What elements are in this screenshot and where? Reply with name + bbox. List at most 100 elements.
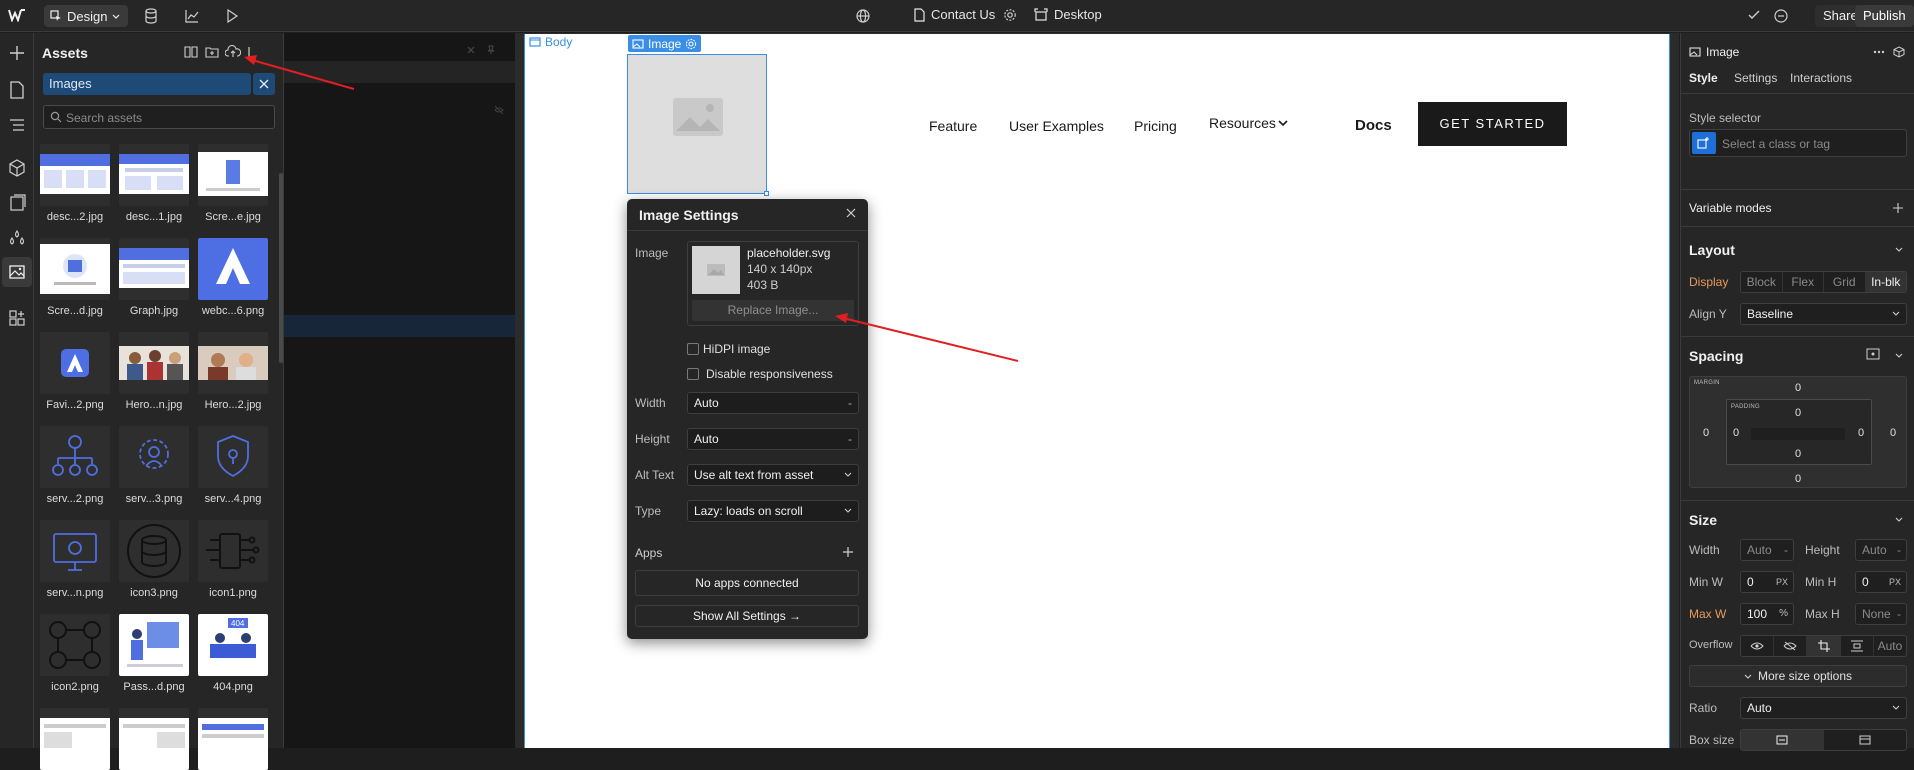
resize-handle[interactable] [764,191,769,196]
publish-button[interactable]: Publish [1855,5,1914,27]
overflow-hidden-option[interactable] [1774,636,1808,656]
alt-text-select[interactable]: Use alt text from asset [687,464,859,486]
page-settings-gear-icon[interactable] [1003,8,1017,22]
box-size-content-box-option[interactable] [1824,730,1906,750]
asset-tile[interactable]: Hero...2.jpg [198,332,268,411]
chevron-down-icon[interactable] [1895,353,1903,359]
overflow-clip-option[interactable] [1841,636,1874,656]
get-started-button[interactable]: GET STARTED [1418,102,1567,146]
margin-top-value[interactable]: 0 [1795,382,1801,394]
add-plus-icon[interactable] [1893,203,1903,213]
nav-link-resources[interactable]: Resources [1209,115,1276,131]
more-size-options-button[interactable]: More size options [1689,665,1907,687]
max-width-input[interactable]: 100% [1740,603,1794,625]
margin-left-value[interactable]: 0 [1703,427,1709,439]
upload-cloud-icon[interactable] [225,45,241,59]
overflow-visible-option[interactable] [1741,636,1775,656]
nav-link-pricing[interactable]: Pricing [1134,118,1177,134]
checkmark-icon[interactable] [1747,9,1761,21]
margin-bottom-value[interactable]: 0 [1795,473,1801,485]
style-selector-input[interactable]: Select a class or tag [1689,129,1907,157]
asset-tile[interactable]: icon1.png [198,520,268,599]
chevron-down-icon[interactable] [1895,517,1903,523]
padding-left-value[interactable]: 0 [1733,427,1739,439]
pages-icon[interactable] [8,81,26,99]
replace-image-button[interactable]: Replace Image... [692,300,854,321]
asset-tile[interactable]: Pass...d.png [119,614,189,693]
asset-tile[interactable] [119,708,189,770]
tab-style[interactable]: Style [1689,71,1718,85]
eye-hidden-icon[interactable] [494,105,504,115]
asset-tile[interactable]: icon3.png [119,520,189,599]
asset-tile[interactable]: Graph.jpg [119,238,189,317]
size-section-title[interactable]: Size [1689,512,1717,528]
display-block-option[interactable]: Block [1741,272,1783,292]
overflow-scroll-option[interactable] [1807,636,1841,656]
nav-link-feature[interactable]: Feature [929,118,977,134]
components-cube-icon[interactable] [8,159,26,177]
comment-icon[interactable] [1773,8,1789,24]
nav-link-docs[interactable]: Docs [1355,117,1392,134]
asset-tile[interactable] [40,708,110,770]
disable-responsiveness-checkbox[interactable] [687,368,699,380]
preview-play-icon[interactable] [225,8,239,24]
add-app-plus-icon[interactable] [842,546,854,558]
padding-top-value[interactable]: 0 [1795,407,1801,419]
more-horizontal-icon[interactable] [1873,50,1885,54]
settings-gear-icon[interactable] [685,38,697,50]
asset-tile[interactable]: serv...4.png [198,426,268,505]
margin-right-value[interactable]: 0 [1890,427,1896,439]
navigator-row-selected[interactable] [284,315,515,337]
asset-tile[interactable]: Hero...n.jpg [119,332,189,411]
tab-settings[interactable]: Settings [1734,71,1777,85]
design-mode-dropdown[interactable]: Design [44,5,129,27]
asset-tile[interactable]: serv...2.png [40,426,110,505]
database-icon[interactable] [144,8,158,24]
padding-right-value[interactable]: 0 [1858,427,1864,439]
display-grid-option[interactable]: Grid [1824,272,1866,292]
min-width-input[interactable]: 0 PX [1740,571,1794,593]
image-element-label[interactable]: Image [628,35,702,52]
apps-grid-icon[interactable] [8,309,26,327]
assets-scrollbar[interactable] [279,173,283,363]
asset-tile[interactable]: Scre...d.jpg [40,238,110,317]
tab-interactions[interactable]: Interactions [1790,71,1852,85]
asset-tile[interactable]: desc...2.jpg [40,144,110,223]
page-selector[interactable]: Contact Us [913,7,995,22]
variables-drops-icon[interactable] [8,229,26,247]
asset-tile[interactable]: webc...6.png [198,238,268,317]
asset-tile[interactable]: 404 404.png [198,614,268,693]
image-thumbnail[interactable] [692,246,740,294]
max-height-input[interactable]: None - [1855,603,1907,625]
images-filter-chip[interactable]: Images [43,73,251,95]
layout-section-title[interactable]: Layout [1689,242,1735,258]
height-input[interactable]: Auto - [687,428,859,450]
search-assets-input[interactable]: Search assets [43,105,275,129]
hidpi-checkbox[interactable] [687,343,699,355]
navigator-icon[interactable] [8,116,26,134]
width-input[interactable]: Auto - [1740,539,1794,561]
display-segmented-control[interactable]: Block Flex Grid In-blk [1740,271,1907,293]
navigator-row[interactable] [284,61,515,83]
width-unit[interactable]: - [848,393,852,413]
selected-image-placeholder[interactable] [627,54,769,196]
height-input[interactable]: Auto - [1855,539,1907,561]
min-height-unit[interactable]: PX [1889,572,1901,592]
show-all-settings-button[interactable]: Show All Settings → [635,605,859,627]
height-unit[interactable]: - [848,429,852,449]
asset-tile[interactable]: desc...1.jpg [119,144,189,223]
more-options-icon[interactable] [247,45,255,59]
asset-tile[interactable]: Scre...e.jpg [198,144,268,223]
overflow-auto-option[interactable]: Auto [1874,636,1906,656]
assets-image-icon[interactable] [8,263,26,281]
analytics-icon[interactable] [184,8,200,24]
add-elements-plus-icon[interactable] [8,44,26,62]
box-size-border-box-option[interactable] [1741,730,1824,750]
book-icon[interactable] [184,45,198,59]
asset-tile[interactable]: Favi...2.png [40,332,110,411]
cube-icon[interactable] [1893,46,1905,58]
asset-tile[interactable]: icon2.png [40,614,110,693]
width-input[interactable]: Auto - [687,392,859,414]
clear-filter-button[interactable] [253,73,275,95]
ratio-select[interactable]: Auto [1740,697,1907,719]
